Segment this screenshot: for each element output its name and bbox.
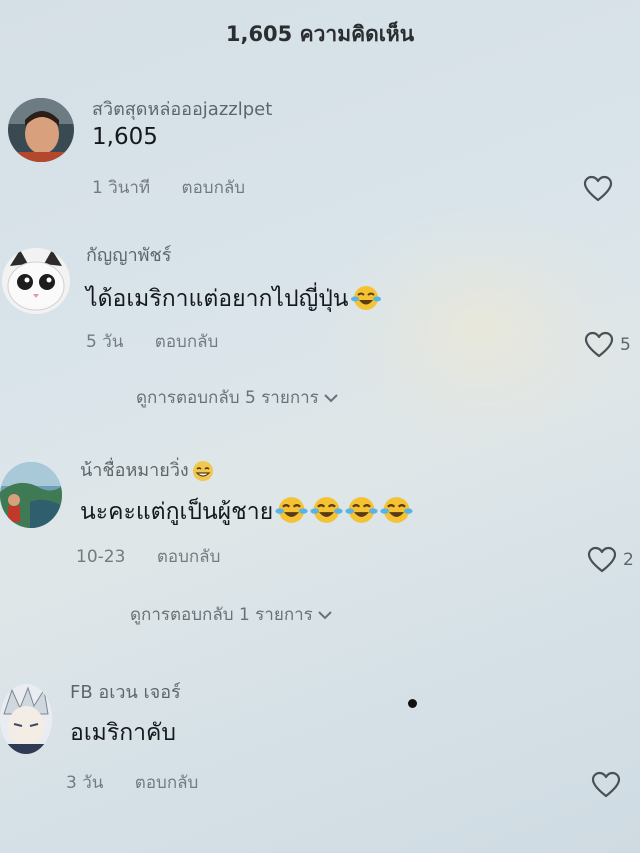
grinning-face-icon (191, 460, 215, 487)
heart-outline-icon (584, 331, 614, 358)
view-replies-label: ดูการตอบกลับ 1 รายการ (130, 605, 313, 625)
comment-text: นะคะแต่กูเป็นผู้ชาย (80, 494, 413, 531)
like-count: 5 (620, 335, 631, 355)
comment-username[interactable]: กัญญาพัชร์ (86, 240, 171, 269)
like-button[interactable] (583, 175, 613, 203)
comment-username[interactable]: FB อเวน เจอร์ (70, 677, 181, 706)
chevron-down-icon (318, 610, 332, 619)
chevron-down-icon (324, 393, 338, 402)
comment-meta: 10-23 ตอบกลับ (76, 543, 220, 570)
comment-meta: 5 วัน ตอบกลับ (86, 328, 218, 355)
avatar[interactable] (2, 248, 70, 314)
comment-meta: 1 วินาที ตอบกลับ (92, 174, 245, 201)
reply-button[interactable]: ตอบกลับ (135, 773, 199, 793)
comment-time: 10-23 (76, 547, 126, 567)
heart-outline-icon (591, 771, 621, 798)
comment-username-text: น้าชื่อหมายวิ่ง (80, 460, 189, 481)
avatar[interactable] (0, 684, 52, 754)
screen-glare (330, 210, 630, 450)
reply-button[interactable]: ตอบกลับ (182, 178, 246, 198)
heart-outline-icon (583, 175, 613, 202)
comments-count-title: 1,605 ความคิดเห็น (225, 22, 415, 46)
view-replies-button[interactable]: ดูการตอบกลับ 1 รายการ (130, 601, 333, 628)
comment-text-content: นะคะแต่กูเป็นผู้ชาย (80, 499, 274, 525)
like-button[interactable]: 2 (587, 546, 634, 574)
comment-time: 3 วัน (66, 773, 104, 793)
comment-text: 1,605 (92, 124, 158, 150)
reply-button[interactable]: ตอบกลับ (155, 332, 219, 352)
face-with-tears-of-joy-icon (345, 495, 378, 531)
comment-username[interactable]: สวิตสุดหล่อออjazzlpet (92, 94, 272, 123)
heart-outline-icon (587, 546, 617, 573)
reply-button[interactable]: ตอบกลับ (157, 547, 221, 567)
avatar[interactable] (0, 462, 62, 528)
face-with-tears-of-joy-icon (275, 495, 308, 531)
comment-meta: 3 วัน ตอบกลับ (66, 769, 198, 796)
comment-text: ได้อเมริกาแต่อยากไปญี่ปุ่น (86, 281, 381, 318)
view-replies-button[interactable]: ดูการตอบกลับ 5 รายการ (136, 384, 339, 411)
face-with-tears-of-joy-icon (310, 495, 343, 531)
comment-text-content: ได้อเมริกาแต่อยากไปญี่ปุ่น (86, 286, 349, 312)
comment-username[interactable]: น้าชื่อหมายวิ่ง (80, 455, 215, 487)
like-button[interactable]: 5 (584, 331, 631, 359)
comment-time: 1 วินาที (92, 178, 151, 198)
like-button[interactable] (591, 771, 621, 799)
face-with-tears-of-joy-icon (350, 284, 381, 318)
avatar[interactable] (8, 98, 74, 162)
view-replies-label: ดูการตอบกลับ 5 รายการ (136, 388, 319, 408)
face-with-tears-of-joy-icon (380, 495, 413, 531)
like-count: 2 (623, 550, 634, 570)
comment-text: อเมริกาคับ (70, 720, 177, 746)
comment-time: 5 วัน (86, 332, 124, 352)
screen-speck (408, 699, 417, 708)
